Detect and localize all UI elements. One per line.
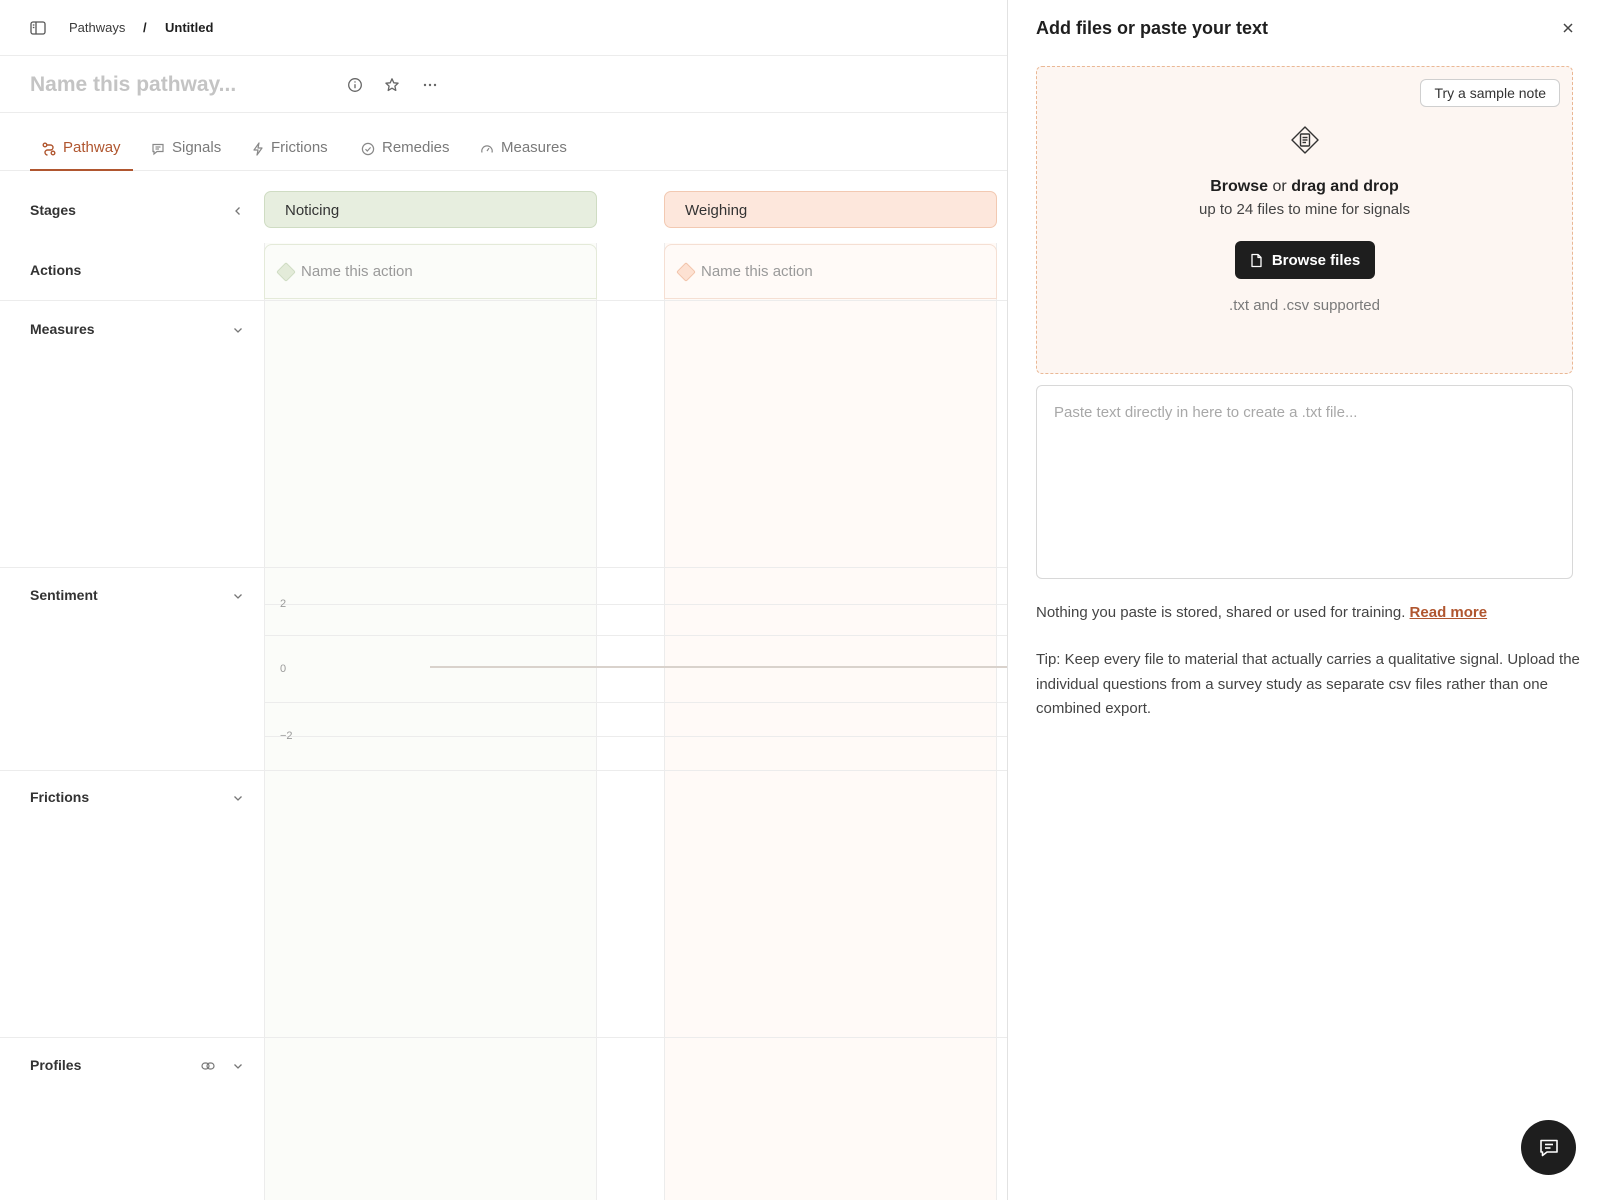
pathway-editor: Pathways / Untitled Pathway Signals Fric… [0,0,1007,1200]
paste-text-area[interactable] [1036,385,1573,579]
tab-signals-label: Signals [172,139,222,156]
check-circle-icon [361,142,375,156]
browse-files-button[interactable]: Browse files [1235,241,1375,279]
top-bar: Pathways / Untitled [0,0,1007,56]
chat-bubble-icon [152,143,164,156]
tab-measures[interactable]: Measures [480,139,567,171]
row-label-frictions: Frictions [30,789,90,805]
try-sample-note-button[interactable]: Try a sample note [1420,79,1560,107]
pathway-icon [42,142,56,156]
gauge-icon [481,145,493,153]
pathway-grid: Stages Noticing Weighing Actions Name th… [0,171,1007,1200]
breadcrumb-separator: / [143,20,147,35]
action-card-weighing[interactable]: Name this action [664,244,997,299]
chevron-down-icon[interactable] [230,790,246,806]
row-divider [0,1037,1007,1038]
chevron-down-icon[interactable] [230,1058,246,1074]
breadcrumb-current: Untitled [165,20,214,35]
action-diamond-icon [676,261,696,282]
browse-word: Browse [1210,178,1269,195]
sentiment-tick-minus-2: −2 [280,730,293,742]
sentiment-zero-line [430,666,1007,668]
close-icon[interactable] [1559,19,1577,37]
action-diamond-icon [276,261,296,282]
chevron-down-icon[interactable] [230,588,246,604]
row-label-stages: Stages [30,202,76,218]
chevron-down-icon[interactable] [230,322,246,338]
sentiment-gridline [264,702,1007,703]
link-icon[interactable] [200,1058,216,1074]
info-icon[interactable] [345,75,365,95]
title-bar [0,56,1007,113]
privacy-notice: Nothing you paste is stored, shared or u… [1036,604,1487,621]
tab-remedies-label: Remedies [382,139,450,156]
dropzone-limit-text: up to 24 files to mine for signals [1199,201,1410,218]
or-word: or [1272,178,1287,195]
action-name-placeholder: Name this action [301,263,413,280]
tab-measures-label: Measures [501,139,567,156]
panel-title: Add files or paste your text [1036,18,1269,38]
row-label-profiles: Profiles [30,1057,82,1073]
tab-pathway-label: Pathway [63,139,121,156]
tab-pathway[interactable]: Pathway [30,139,133,171]
sentiment-gridline [264,736,1007,737]
privacy-text: Nothing you paste is stored, shared or u… [1036,604,1406,621]
sentiment-tick-2: 2 [280,598,287,610]
drag-drop-word: drag and drop [1291,178,1399,195]
tab-frictions[interactable]: Frictions [252,139,328,171]
file-icon [1251,253,1262,267]
dropzone-heading: Browse or drag and drop [1037,178,1572,196]
row-divider [0,567,1007,568]
file-dropzone[interactable]: Try a sample note Browse or drag and dro… [1036,66,1573,374]
stage-noticing[interactable]: Noticing [264,191,597,228]
tab-frictions-label: Frictions [271,139,328,156]
read-more-link[interactable]: Read more [1410,604,1488,621]
tab-signals[interactable]: Signals [151,139,221,171]
sentiment-tick-0: 0 [280,663,287,675]
sidebar-toggle-icon[interactable] [29,19,47,37]
sentiment-gridline [264,635,1007,636]
action-card-noticing[interactable]: Name this action [264,244,597,299]
stage-column-weighing [664,243,997,1200]
supported-formats-text: .txt and .csv supported [1229,297,1380,314]
row-divider [0,770,1007,771]
row-label-measures: Measures [30,321,95,337]
tab-bar: Pathway Signals Frictions Remedies Measu… [0,113,1007,171]
document-upload-icon [1291,126,1319,154]
browse-files-label: Browse files [1271,251,1361,269]
row-label-sentiment: Sentiment [30,587,98,603]
collapse-left-icon[interactable] [230,203,246,219]
action-name-placeholder: Name this action [701,263,813,280]
tab-remedies[interactable]: Remedies [361,139,450,171]
stage-weighing[interactable]: Weighing [664,191,997,228]
chat-button[interactable] [1521,1120,1576,1175]
breadcrumb-pathways[interactable]: Pathways [69,20,125,36]
bolt-icon [253,142,263,156]
chat-icon [1539,1139,1558,1156]
sentiment-gridline [264,604,1007,605]
stage-column-noticing [264,243,597,1200]
star-icon[interactable] [382,75,402,95]
row-divider [0,300,1007,301]
pathway-name-input[interactable] [30,69,330,101]
upload-tip: Tip: Keep every file to material that ac… [1036,651,1580,717]
row-label-actions: Actions [30,262,82,278]
upload-panel: Add files or paste your text Try a sampl… [1007,0,1600,1200]
more-options-icon[interactable] [420,75,440,95]
